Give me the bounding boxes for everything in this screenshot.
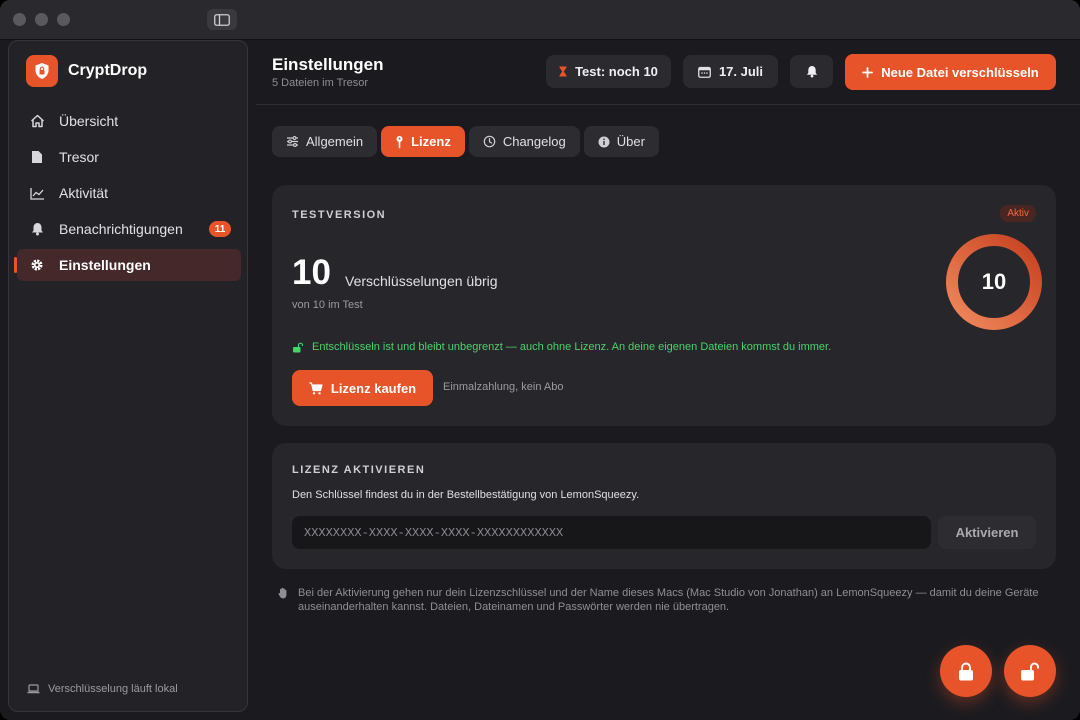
activate-license-card: LIZENZ AKTIVIEREN Den Schlüssel findest … bbox=[272, 443, 1056, 569]
tab-changelog[interactable]: Changelog bbox=[468, 126, 580, 157]
tab-label: Über bbox=[616, 134, 645, 149]
trial-status-label: Test: noch 10 bbox=[575, 64, 658, 79]
page-header: Einstellungen 5 Dateien im Tresor Test: … bbox=[256, 40, 1080, 105]
sidebar-item-label: Übersicht bbox=[59, 113, 119, 129]
footer-label: Verschlüsselung läuft lokal bbox=[48, 683, 178, 695]
home-icon bbox=[29, 113, 45, 129]
one-time-payment-note: Einmalzahlung, kein Abo bbox=[443, 381, 564, 393]
trial-total-label: von 10 im Test bbox=[292, 299, 363, 311]
trial-status-badge: Aktiv bbox=[1000, 205, 1036, 222]
close-window-button[interactable] bbox=[13, 13, 26, 26]
sidebar-toggle-button[interactable] bbox=[207, 9, 237, 30]
privacy-note: Bei der Aktivierung gehen nur dein Lizen… bbox=[278, 586, 1058, 614]
sidebar-item-vault[interactable]: Tresor bbox=[17, 141, 241, 173]
key-icon bbox=[395, 135, 404, 149]
sidebar-item-label: Tresor bbox=[59, 149, 99, 165]
date-pill[interactable]: 17. Juli bbox=[683, 55, 778, 88]
cart-icon bbox=[309, 381, 323, 395]
tab-about[interactable]: Über bbox=[583, 126, 659, 157]
trial-card: TESTVERSION Aktiv 10 Verschlüsselungen ü… bbox=[272, 185, 1056, 426]
history-icon bbox=[483, 135, 496, 148]
activate-card-title: LIZENZ AKTIVIEREN bbox=[292, 464, 426, 476]
decrypt-fab-button[interactable] bbox=[1004, 645, 1056, 697]
privacy-text: Bei der Aktivierung gehen nur dein Lizen… bbox=[298, 587, 1039, 613]
title-bar bbox=[0, 0, 1080, 40]
buy-license-label: Lizenz kaufen bbox=[330, 380, 417, 396]
sidebar-item-label: Aktivität bbox=[59, 185, 109, 201]
plus-icon bbox=[862, 66, 874, 78]
page-subtitle: 5 Dateien im Tresor bbox=[272, 77, 368, 89]
sidebar-toggle-icon bbox=[214, 13, 230, 26]
local-encryption-status: Verschlüsselung läuft lokal bbox=[27, 683, 178, 695]
bell-icon bbox=[806, 65, 818, 78]
laptop-icon bbox=[27, 684, 40, 694]
sidebar-nav: Übersicht Tresor Aktivität Benachrichtig… bbox=[14, 105, 241, 285]
tab-general[interactable]: Allgemein bbox=[272, 126, 378, 157]
tab-label: Lizenz bbox=[411, 134, 451, 149]
date-label: 17. Juli bbox=[718, 64, 764, 79]
trial-status-pill[interactable]: Test: noch 10 bbox=[546, 55, 671, 88]
activate-button[interactable]: Aktivieren bbox=[938, 516, 1036, 549]
encrypt-fab-button[interactable] bbox=[940, 645, 992, 697]
shield-logo-icon bbox=[26, 55, 58, 87]
app-name: CryptDrop bbox=[68, 62, 148, 79]
sidebar-item-activity[interactable]: Aktivität bbox=[17, 177, 241, 209]
sidebar-item-label: Einstellungen bbox=[59, 257, 151, 273]
tab-label: Changelog bbox=[502, 134, 566, 149]
license-key-input[interactable] bbox=[292, 516, 931, 549]
sidebar-item-notifications[interactable]: Benachrichtigungen 11 bbox=[17, 213, 241, 245]
minimize-window-button[interactable] bbox=[35, 13, 48, 26]
gear-icon bbox=[29, 257, 45, 273]
tab-license[interactable]: Lizenz bbox=[381, 126, 465, 157]
sidebar-item-overview[interactable]: Übersicht bbox=[17, 105, 241, 137]
brand[interactable]: CryptDrop bbox=[26, 55, 147, 87]
app-window: CryptDrop Übersicht Tresor Aktivität Ben… bbox=[0, 0, 1080, 720]
buy-license-button[interactable]: Lizenz kaufen bbox=[292, 370, 433, 406]
sidebar-item-label: Benachrichtigungen bbox=[59, 221, 183, 237]
sidebar-item-settings[interactable]: Einstellungen bbox=[14, 249, 241, 281]
remaining-label: Verschlüsselungen übrig bbox=[345, 273, 498, 289]
encrypt-new-file-label: Neue Datei verschlüsseln bbox=[881, 64, 1039, 80]
encrypt-new-file-button[interactable]: Neue Datei verschlüsseln bbox=[845, 54, 1056, 90]
chart-icon bbox=[29, 185, 45, 201]
sliders-icon bbox=[286, 136, 299, 147]
page-title: Einstellungen bbox=[272, 55, 384, 74]
trial-card-title: TESTVERSION bbox=[292, 209, 387, 221]
tab-label: Allgemein bbox=[306, 134, 364, 149]
decrypt-unlimited-note: Entschlüsseln ist und bleibt unbegrenzt … bbox=[292, 341, 831, 353]
notification-count-badge: 11 bbox=[209, 221, 231, 237]
notifications-button[interactable] bbox=[790, 55, 833, 88]
info-icon bbox=[598, 136, 610, 148]
hand-icon bbox=[278, 587, 288, 614]
remaining-count: 10 bbox=[292, 253, 331, 292]
unlock-icon bbox=[1020, 662, 1040, 681]
trial-ring-value: 10 bbox=[981, 269, 1007, 294]
zoom-window-button[interactable] bbox=[57, 13, 70, 26]
unlock-icon bbox=[292, 342, 303, 353]
settings-tabs: Allgemein Lizenz Changelog Über bbox=[272, 126, 663, 157]
sidebar: CryptDrop Übersicht Tresor Aktivität Ben… bbox=[8, 40, 248, 712]
file-icon bbox=[29, 149, 45, 165]
hourglass-icon bbox=[559, 66, 567, 77]
calendar-icon bbox=[698, 66, 711, 78]
activate-description: Den Schlüssel findest du in der Bestellb… bbox=[292, 489, 640, 501]
decrypt-note-text: Entschlüsseln ist und bleibt unbegrenzt … bbox=[312, 341, 832, 353]
bell-icon bbox=[29, 221, 45, 237]
lock-icon bbox=[958, 662, 974, 681]
